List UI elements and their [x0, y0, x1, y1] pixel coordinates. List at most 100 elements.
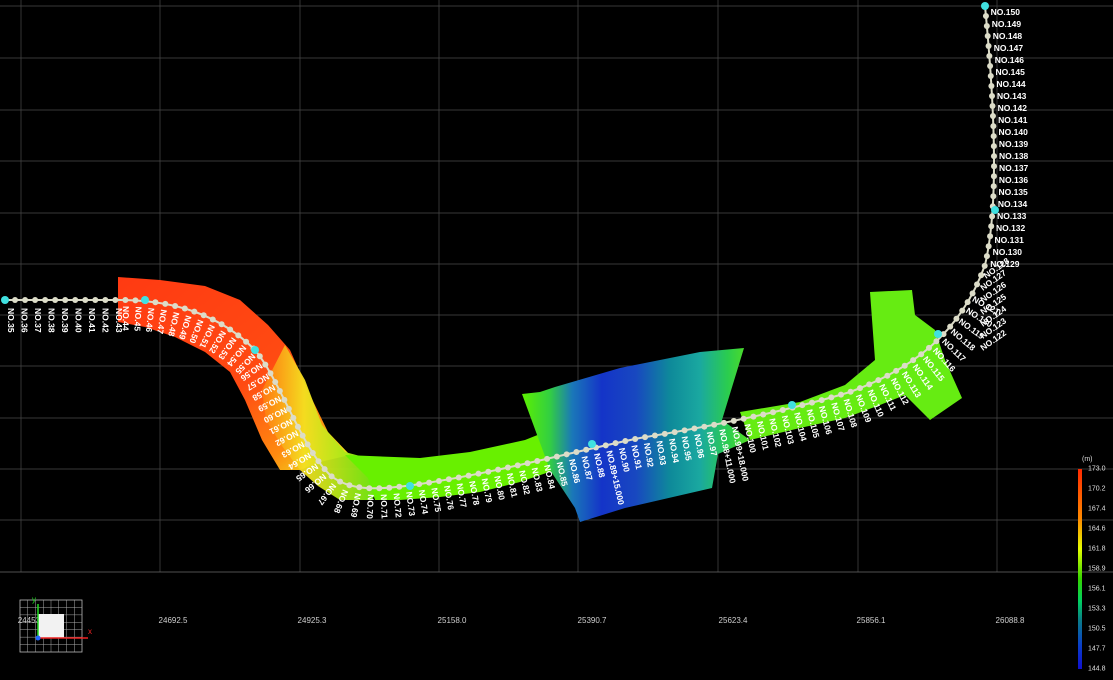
station-marker[interactable]: [964, 299, 971, 306]
station-marker[interactable]: [866, 381, 873, 388]
control-point[interactable]: [934, 330, 942, 338]
control-point[interactable]: [981, 2, 989, 10]
station-marker[interactable]: [983, 22, 990, 29]
axis-gizmo[interactable]: y x: [16, 588, 96, 658]
station-marker[interactable]: [426, 479, 433, 486]
station-marker[interactable]: [235, 332, 242, 339]
station-marker[interactable]: [701, 423, 708, 430]
station-marker[interactable]: [485, 468, 492, 475]
station-marker[interactable]: [990, 173, 997, 180]
station-marker[interactable]: [52, 297, 59, 303]
station-marker[interactable]: [504, 464, 511, 471]
viewport-3d[interactable]: NO.35 NO.36 NO.37 NO.38 NO.39 NO.40 NO.41 NO.42…: [0, 0, 1113, 680]
station-marker[interactable]: [988, 82, 995, 89]
station-marker[interactable]: [122, 297, 129, 304]
station-marker[interactable]: [990, 133, 997, 140]
station-marker[interactable]: [799, 402, 806, 409]
station-marker[interactable]: [162, 300, 169, 307]
control-point[interactable]: [788, 401, 796, 409]
station-marker[interactable]: [875, 377, 882, 384]
station-marker[interactable]: [102, 297, 109, 303]
station-marker[interactable]: [356, 484, 363, 491]
station-marker[interactable]: [435, 477, 442, 484]
station-marker[interactable]: [22, 297, 29, 303]
station-marker[interactable]: [989, 213, 996, 220]
station-marker[interactable]: [901, 362, 908, 369]
station-marker[interactable]: [681, 427, 688, 434]
station-marker[interactable]: [82, 297, 89, 303]
station-marker[interactable]: [990, 153, 997, 160]
station-marker[interactable]: [563, 451, 570, 458]
station-marker[interactable]: [337, 478, 344, 485]
station-marker[interactable]: [227, 326, 234, 333]
station-marker[interactable]: [856, 385, 863, 392]
control-point[interactable]: [588, 440, 596, 448]
station-marker[interactable]: [985, 42, 992, 49]
station-marker[interactable]: [808, 399, 815, 406]
station-marker[interactable]: [92, 297, 99, 303]
station-marker[interactable]: [191, 308, 198, 315]
station-marker[interactable]: [910, 357, 917, 364]
station-marker[interactable]: [524, 460, 531, 467]
station-marker[interactable]: [893, 367, 900, 374]
station-marker[interactable]: [465, 472, 472, 479]
station-marker[interactable]: [495, 466, 502, 473]
station-marker[interactable]: [989, 113, 996, 120]
station-marker[interactable]: [982, 12, 989, 19]
station-marker[interactable]: [346, 482, 353, 489]
station-marker[interactable]: [376, 485, 383, 492]
station-marker[interactable]: [988, 223, 995, 230]
station-marker[interactable]: [990, 193, 997, 200]
station-marker[interactable]: [986, 52, 993, 59]
station-marker[interactable]: [770, 409, 777, 416]
station-marker[interactable]: [445, 476, 452, 483]
station-marker[interactable]: [750, 413, 757, 420]
station-marker[interactable]: [984, 32, 991, 39]
station-marker[interactable]: [573, 449, 580, 456]
station-marker[interactable]: [779, 406, 786, 413]
station-marker[interactable]: [152, 299, 159, 306]
station-marker[interactable]: [534, 458, 541, 465]
control-point[interactable]: [141, 296, 149, 304]
station-marker[interactable]: [990, 143, 997, 150]
station-marker[interactable]: [62, 297, 69, 303]
station-marker[interactable]: [416, 481, 423, 488]
station-marker[interactable]: [918, 351, 925, 358]
station-marker[interactable]: [990, 183, 997, 190]
station-marker[interactable]: [553, 453, 560, 460]
station-marker[interactable]: [988, 93, 995, 100]
station-marker[interactable]: [386, 484, 393, 491]
station-marker[interactable]: [990, 123, 997, 130]
station-marker[interactable]: [989, 103, 996, 110]
station-marker[interactable]: [12, 297, 19, 303]
station-marker[interactable]: [132, 297, 139, 304]
station-marker[interactable]: [328, 473, 335, 480]
station-marker[interactable]: [602, 442, 609, 449]
station-marker[interactable]: [740, 415, 747, 422]
station-marker[interactable]: [987, 62, 994, 69]
station-marker[interactable]: [720, 419, 727, 426]
station-marker[interactable]: [828, 394, 835, 401]
station-marker[interactable]: [985, 243, 992, 250]
station-marker[interactable]: [172, 302, 179, 309]
station-marker[interactable]: [396, 483, 403, 490]
station-marker[interactable]: [514, 462, 521, 469]
station-marker[interactable]: [987, 233, 994, 240]
station-marker[interactable]: [671, 429, 678, 436]
station-marker[interactable]: [925, 344, 932, 351]
station-marker[interactable]: [711, 421, 718, 428]
station-marker[interactable]: [112, 297, 119, 303]
station-marker[interactable]: [661, 430, 668, 437]
station-marker[interactable]: [818, 397, 825, 404]
station-marker[interactable]: [209, 316, 216, 323]
station-marker[interactable]: [321, 466, 328, 473]
station-marker[interactable]: [987, 72, 994, 79]
station-marker[interactable]: [181, 305, 188, 312]
station-marker[interactable]: [651, 432, 658, 439]
station-marker[interactable]: [218, 321, 225, 328]
control-point[interactable]: [406, 482, 414, 490]
station-marker[interactable]: [622, 438, 629, 445]
station-marker[interactable]: [42, 297, 49, 303]
control-point[interactable]: [1, 296, 9, 304]
station-marker[interactable]: [760, 411, 767, 418]
